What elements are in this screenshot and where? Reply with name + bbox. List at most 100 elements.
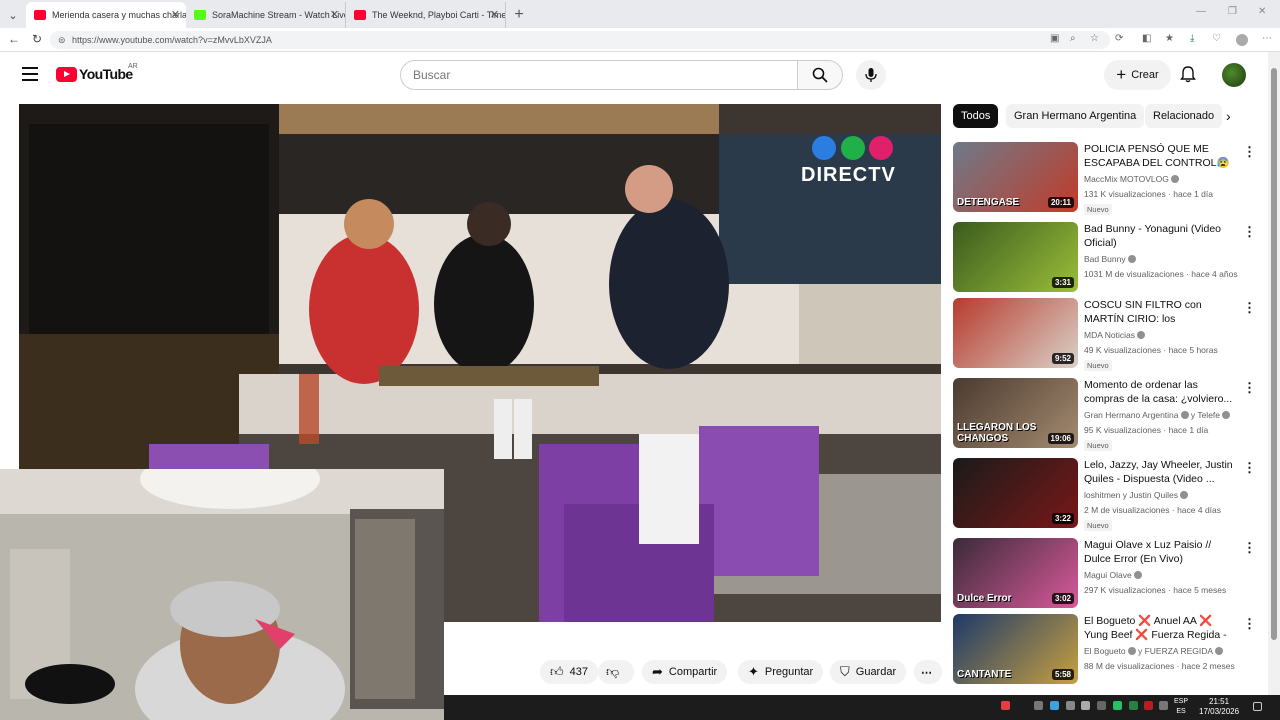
verified-check-icon bbox=[1180, 411, 1189, 419]
ask-button[interactable]: ✦ Preguntar bbox=[738, 660, 824, 684]
video-title[interactable]: POLICIA PENSÓ QUE ME ESCAPABA DEL CONTRO… bbox=[1084, 142, 1234, 170]
video-thumbnail[interactable]: LLEGARON LOS CHANGOS 19:06 bbox=[953, 378, 1078, 448]
url-bar[interactable]: ⊜ https://www.youtube.com/watch?v=zMvvLb… bbox=[50, 31, 1110, 49]
video-title[interactable]: Momento de ordenar las compras de la cas… bbox=[1084, 378, 1234, 406]
search-input[interactable]: Buscar bbox=[400, 60, 798, 90]
thumbnail-text: Dulce Error bbox=[957, 593, 1012, 604]
language-indicator[interactable]: ESP ES bbox=[1174, 697, 1188, 717]
channel-line[interactable]: El Bogueto y FUERZA REGIDA bbox=[1084, 646, 1224, 656]
tray-whatsapp-icon[interactable] bbox=[1113, 701, 1122, 710]
plus-icon: + bbox=[1116, 65, 1127, 84]
recommended-video[interactable]: Dulce Error 3:02 Magui Olave x Luz Paisio … bbox=[953, 538, 1263, 610]
chips-next-icon[interactable]: › bbox=[1226, 108, 1231, 124]
taskbar-clock[interactable]: 21:51 17/03/2026 bbox=[1199, 697, 1239, 717]
download-icon[interactable]: ⤓ bbox=[1190, 33, 1194, 44]
maximize-icon[interactable]: ❐ bbox=[1228, 6, 1237, 17]
video-thumbnail[interactable]: CANTANTE 5:58 bbox=[953, 614, 1078, 684]
menu-icon[interactable] bbox=[22, 67, 38, 81]
video-thumbnail[interactable]: 3:22 bbox=[953, 458, 1078, 528]
profile-icon[interactable] bbox=[1236, 34, 1248, 46]
split-screen-icon[interactable]: ◧ bbox=[1142, 33, 1151, 44]
tab-close-icon[interactable]: ✕ bbox=[490, 8, 499, 21]
settings-more-icon[interactable]: ⋯ bbox=[1262, 33, 1272, 44]
search-button[interactable] bbox=[797, 60, 843, 90]
browser-tab[interactable]: Merienda casera y muchas charlas ✕ bbox=[26, 2, 186, 28]
channel-line[interactable]: Magui Olave bbox=[1084, 570, 1142, 580]
notifications-button[interactable] bbox=[1180, 65, 1196, 88]
extension-icon[interactable]: ♡ bbox=[1212, 33, 1221, 44]
video-title[interactable]: Bad Bunny - Yonaguni (Video Oficial) bbox=[1084, 222, 1234, 250]
youtube-logo[interactable]: YouTube AR bbox=[56, 63, 138, 82]
tab-search-icon[interactable]: ▣ bbox=[1050, 33, 1059, 44]
site-info-icon[interactable]: ⊜ bbox=[58, 31, 66, 49]
share-button[interactable]: ➦ Compartir bbox=[642, 660, 728, 684]
duration-badge: 3:02 bbox=[1051, 593, 1074, 604]
reload-icon[interactable]: ↻ bbox=[32, 32, 42, 46]
back-icon[interactable]: ← bbox=[8, 32, 20, 46]
recommended-video[interactable]: 9:52 COSCU SIN FILTRO con MARTÍN CIRIO: l… bbox=[953, 298, 1263, 371]
minimize-icon[interactable]: — bbox=[1196, 6, 1206, 17]
chip-relacionado[interactable]: Relacionado bbox=[1145, 104, 1222, 128]
recommended-video[interactable]: LLEGARON LOS CHANGOS 19:06 Momento de orde… bbox=[953, 378, 1263, 451]
tray-app-icon[interactable] bbox=[1001, 701, 1010, 710]
recommended-video[interactable]: CANTANTE 5:58 El Bogueto ❌ Anuel AA ❌ Yung… bbox=[953, 614, 1263, 686]
channel-line[interactable]: Bad Bunny bbox=[1084, 254, 1136, 264]
voice-search-button[interactable] bbox=[856, 60, 886, 90]
recommended-video[interactable]: 3:22 Lelo, Jazzy, Jay Wheeler, Justin Qui… bbox=[953, 458, 1263, 531]
share-icon: ➦ bbox=[652, 664, 663, 679]
zoom-icon[interactable]: ⌕ bbox=[1070, 33, 1076, 44]
refresh-ext-icon[interactable]: ⟳ bbox=[1115, 33, 1123, 44]
volume-icon[interactable] bbox=[1034, 701, 1043, 710]
tray-app4-icon[interactable] bbox=[1159, 701, 1168, 710]
favorite-icon[interactable]: ☆ bbox=[1090, 33, 1099, 44]
recommended-video[interactable]: DETENGASE 20:11 POLICIA PENSÓ QUE ME ESCAP… bbox=[953, 142, 1263, 215]
dislike-button[interactable]: 👎︎ bbox=[598, 660, 634, 684]
duration-badge: 3:31 bbox=[1051, 277, 1074, 288]
tray-device-icon[interactable] bbox=[1081, 701, 1090, 710]
telegram-icon[interactable] bbox=[1050, 701, 1059, 710]
more-options-icon[interactable]: ⋮ bbox=[1243, 300, 1256, 316]
new-tab-button[interactable]: + bbox=[506, 2, 532, 28]
more-actions-button[interactable]: ⋯ bbox=[914, 660, 942, 684]
tab-close-icon[interactable]: ✕ bbox=[330, 8, 339, 21]
favorites-bar-icon[interactable]: ★ bbox=[1165, 33, 1174, 44]
more-options-icon[interactable]: ⋮ bbox=[1243, 540, 1256, 556]
save-button[interactable]: ⛉ Guardar bbox=[830, 660, 907, 684]
tab-close-icon[interactable]: ✕ bbox=[171, 8, 180, 21]
video-thumbnail[interactable]: DETENGASE 20:11 bbox=[953, 142, 1078, 212]
chip-gran-hermano[interactable]: Gran Hermano Argentina bbox=[1006, 104, 1145, 128]
tray-app2-icon[interactable] bbox=[1129, 701, 1138, 710]
video-title[interactable]: El Bogueto ❌ Anuel AA ❌ Yung Beef ❌ Fuer… bbox=[1084, 614, 1234, 642]
video-thumbnail[interactable]: Dulce Error 3:02 bbox=[953, 538, 1078, 608]
video-title[interactable]: COSCU SIN FILTRO con MARTÍN CIRIO: los P… bbox=[1084, 298, 1234, 326]
chip-todos[interactable]: Todos bbox=[953, 104, 999, 128]
tray-app3-icon[interactable] bbox=[1144, 701, 1153, 710]
video-thumbnail[interactable]: 3:31 bbox=[953, 222, 1078, 292]
browser-tab[interactable]: SoraMachine Stream - Watch Live ✕ bbox=[186, 2, 346, 28]
tray-phone-icon[interactable] bbox=[1066, 701, 1075, 710]
more-options-icon[interactable]: ⋮ bbox=[1243, 460, 1256, 476]
verified-check-icon bbox=[1170, 175, 1179, 183]
tab-list-chevron-icon[interactable]: ⌄ bbox=[0, 2, 26, 28]
create-button[interactable]: + Crear bbox=[1104, 60, 1171, 90]
account-avatar[interactable] bbox=[1222, 63, 1246, 87]
channel-line[interactable]: MDA Noticias bbox=[1084, 330, 1146, 340]
more-options-icon[interactable]: ⋮ bbox=[1243, 144, 1256, 160]
channel-line[interactable]: loshitmen y Justin Quiles bbox=[1084, 490, 1189, 500]
like-button[interactable]: 👍︎ 437 bbox=[540, 660, 598, 684]
more-options-icon[interactable]: ⋮ bbox=[1243, 380, 1256, 396]
scrollbar-thumb[interactable] bbox=[1271, 68, 1277, 640]
channel-line[interactable]: Gran Hermano Argentina y Telefe bbox=[1084, 410, 1231, 420]
more-options-icon[interactable]: ⋮ bbox=[1243, 224, 1256, 240]
video-thumbnail[interactable]: 9:52 bbox=[953, 298, 1078, 368]
channel-line[interactable]: MaccMix MOTOVLOG bbox=[1084, 174, 1179, 184]
recommended-video[interactable]: 3:31 Bad Bunny - Yonaguni (Video Oficial)… bbox=[953, 222, 1263, 294]
video-title[interactable]: Magui Olave x Luz Paisio // Dulce Error … bbox=[1084, 538, 1234, 566]
browser-tab[interactable]: The Weeknd, Playboi Carti - Timele ✕ bbox=[346, 2, 506, 28]
video-title[interactable]: Lelo, Jazzy, Jay Wheeler, Justin Quiles … bbox=[1084, 458, 1234, 486]
url-text: https://www.youtube.com/watch?v=zMvvLbXV… bbox=[72, 35, 272, 45]
close-window-icon[interactable]: ✕ bbox=[1258, 6, 1266, 17]
more-options-icon[interactable]: ⋮ bbox=[1243, 616, 1256, 632]
notifications-center-icon[interactable] bbox=[1253, 702, 1262, 711]
tray-mic-icon[interactable] bbox=[1097, 701, 1106, 710]
